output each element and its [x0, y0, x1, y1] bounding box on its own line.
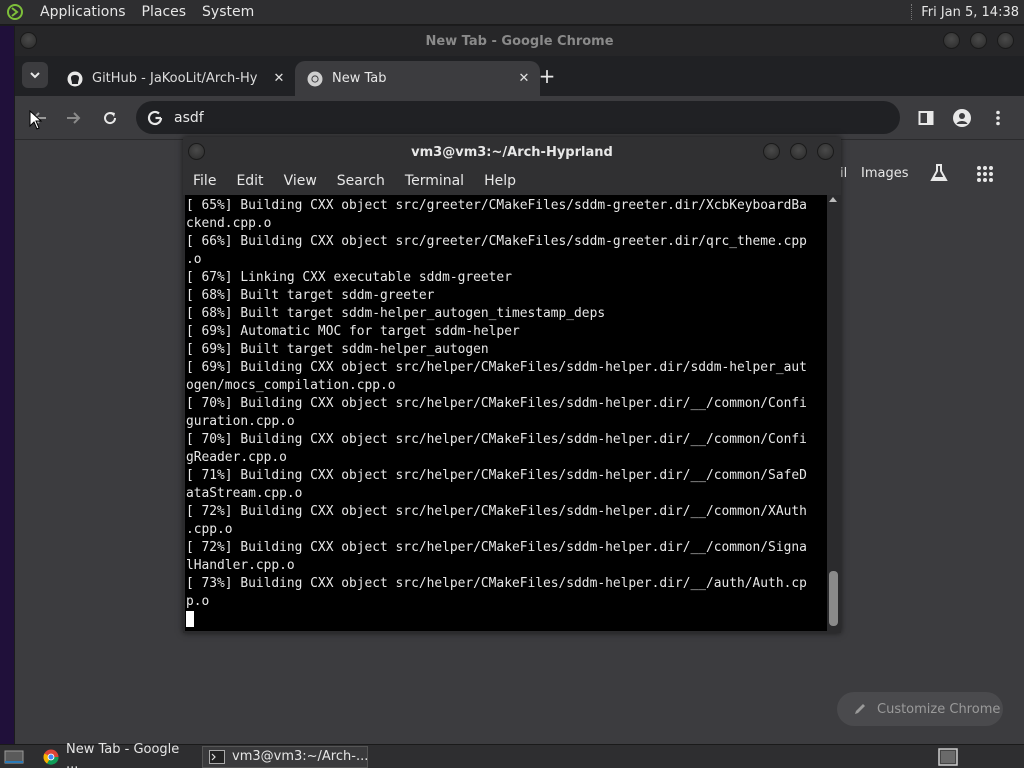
terminal-prompt-line	[186, 611, 827, 629]
places-menu[interactable]: Places	[134, 4, 195, 20]
chrome-icon	[43, 749, 59, 765]
clock[interactable]: Fri Jan 5, 14:38	[921, 5, 1019, 20]
chrome-titlebar[interactable]: New Tab - Google Chrome	[15, 26, 1024, 56]
chevron-down-icon	[30, 72, 40, 79]
menu-terminal[interactable]: Terminal	[395, 173, 474, 189]
omnibox[interactable]: asdf	[136, 101, 900, 134]
terminal-menubar: File Edit View Search Terminal Help	[183, 167, 841, 195]
tab-strip: GitHub - JaKooLit/Arch-Hypr ✕ New Tab ✕ …	[15, 56, 1024, 96]
labs-flask-icon[interactable]	[928, 162, 950, 184]
maximize-button[interactable]	[790, 143, 807, 160]
apps-grid-icon[interactable]	[976, 165, 994, 183]
terminal-line: ckend.cpp.o	[186, 216, 272, 231]
menu-file[interactable]: File	[183, 173, 226, 189]
mouse-cursor-icon	[29, 109, 43, 130]
taskbar-item-terminal[interactable]: vm3@vm3:~/Arch-...	[202, 745, 369, 768]
kebab-menu-icon[interactable]	[985, 105, 1011, 131]
terminal-line: [ 66%] Building CXX object src/greeter/C…	[186, 234, 807, 249]
tab-search-button[interactable]	[22, 62, 48, 88]
images-link[interactable]: Images	[861, 166, 909, 181]
terminal-line: [ 65%] Building CXX object src/greeter/C…	[186, 198, 807, 213]
terminal-line: guration.cpp.o	[186, 414, 295, 429]
system-tray: Fri Jan 5, 14:38	[911, 4, 1024, 20]
terminal-output[interactable]: [ 65%] Building CXX object src/greeter/C…	[185, 195, 827, 631]
menu-search[interactable]: Search	[327, 173, 395, 189]
customize-chrome-label: Customize Chrome	[877, 701, 1001, 717]
reload-icon[interactable]	[97, 105, 123, 131]
google-g-icon	[146, 109, 164, 127]
forward-arrow-icon[interactable]	[60, 105, 86, 131]
menu-view[interactable]: View	[274, 173, 327, 189]
terminal-line: .o	[186, 252, 202, 267]
profile-avatar-icon[interactable]	[949, 105, 975, 131]
tab-new-tab[interactable]: New Tab ✕	[295, 61, 540, 96]
close-tab-icon[interactable]: ✕	[516, 70, 532, 86]
terminal-line: gReader.cpp.o	[186, 450, 287, 465]
gmail-link[interactable]: il	[840, 166, 847, 181]
terminal-line: .cpp.o	[186, 522, 233, 537]
terminal-line: [ 68%] Built target sddm-greeter	[186, 288, 435, 303]
maximize-button[interactable]	[970, 32, 987, 49]
terminal-line: [ 72%] Building CXX object src/helper/CM…	[186, 504, 807, 519]
github-icon	[67, 71, 83, 87]
taskbar-item-label: vm3@vm3:~/Arch-...	[232, 749, 369, 764]
scroll-up-arrow-icon[interactable]	[829, 197, 837, 202]
customize-chrome-button[interactable]: Customize Chrome	[837, 692, 1003, 726]
menu-edit[interactable]: Edit	[226, 173, 273, 189]
terminal-line: [ 70%] Building CXX object src/helper/CM…	[186, 432, 807, 447]
panel-separator	[911, 4, 913, 20]
minimize-button[interactable]	[763, 143, 780, 160]
terminal-line: [ 72%] Building CXX object src/helper/CM…	[186, 540, 807, 555]
terminal-line: [ 68%] Built target sddm-helper_autogen_…	[186, 306, 606, 321]
bottom-taskbar: New Tab - Google ... vm3@vm3:~/Arch-...	[0, 742, 1024, 768]
desktop-background	[0, 26, 14, 744]
omnibox-text: asdf	[174, 109, 204, 126]
terminal-window: vm3@vm3:~/Arch-Hyprland File Edit View S…	[183, 137, 841, 633]
terminal-icon	[209, 749, 225, 765]
terminal-titlebar[interactable]: vm3@vm3:~/Arch-Hyprland	[183, 137, 841, 167]
terminal-line: [ 73%] Building CXX object src/helper/CM…	[186, 576, 807, 591]
taskbar-item-label: New Tab - Google ...	[66, 741, 180, 768]
terminal-window-title: vm3@vm3:~/Arch-Hyprland	[411, 144, 613, 160]
terminal-line: [ 71%] Building CXX object src/helper/CM…	[186, 468, 807, 483]
system-menu[interactable]: System	[194, 4, 262, 20]
terminal-line: [ 70%] Building CXX object src/helper/CM…	[186, 396, 807, 411]
terminal-line: [ 67%] Linking CXX executable sddm-greet…	[186, 270, 512, 285]
pencil-icon	[853, 701, 869, 717]
terminal-line: ataStream.cpp.o	[186, 486, 303, 501]
terminal-line: [ 69%] Building CXX object src/helper/CM…	[186, 360, 807, 375]
window-menu-button[interactable]	[188, 143, 205, 160]
tab-title: New Tab	[332, 71, 387, 86]
terminal-line: ogen/mocs_compilation.cpp.o	[186, 378, 396, 393]
terminal-line: lHandler.cpp.o	[186, 558, 295, 573]
distro-logo-icon[interactable]	[4, 1, 26, 23]
scrollbar-thumb[interactable]	[829, 571, 838, 626]
browser-toolbar: asdf	[15, 96, 1024, 140]
show-desktop-icon[interactable]	[4, 747, 28, 767]
menu-help[interactable]: Help	[474, 173, 526, 189]
tab-github[interactable]: GitHub - JaKooLit/Arch-Hypr ✕	[55, 61, 295, 96]
applications-menu[interactable]: Applications	[32, 4, 134, 20]
terminal-line: [ 69%] Automatic MOC for target sddm-hel…	[186, 324, 520, 339]
window-menu-button[interactable]	[20, 32, 37, 49]
terminal-scrollbar[interactable]	[827, 195, 839, 631]
text-cursor	[186, 611, 194, 627]
workspace-switcher-icon[interactable]	[938, 747, 958, 766]
minimize-button[interactable]	[943, 32, 960, 49]
top-panel: Applications Places System Fri Jan 5, 14…	[0, 0, 1024, 25]
terminal-line: p.o	[186, 594, 210, 609]
close-tab-icon[interactable]: ✕	[271, 70, 287, 86]
close-button[interactable]	[997, 32, 1014, 49]
terminal-line: [ 69%] Built target sddm-helper_autogen	[186, 342, 489, 357]
tab-title: GitHub - JaKooLit/Arch-Hypr	[92, 71, 258, 86]
chrome-icon	[307, 71, 323, 87]
new-tab-plus-icon[interactable]: +	[536, 64, 558, 88]
chrome-window-title: New Tab - Google Chrome	[425, 33, 614, 49]
side-panel-icon[interactable]	[913, 105, 939, 131]
close-button[interactable]	[817, 143, 834, 160]
taskbar-item-chrome[interactable]: New Tab - Google ...	[36, 742, 196, 768]
